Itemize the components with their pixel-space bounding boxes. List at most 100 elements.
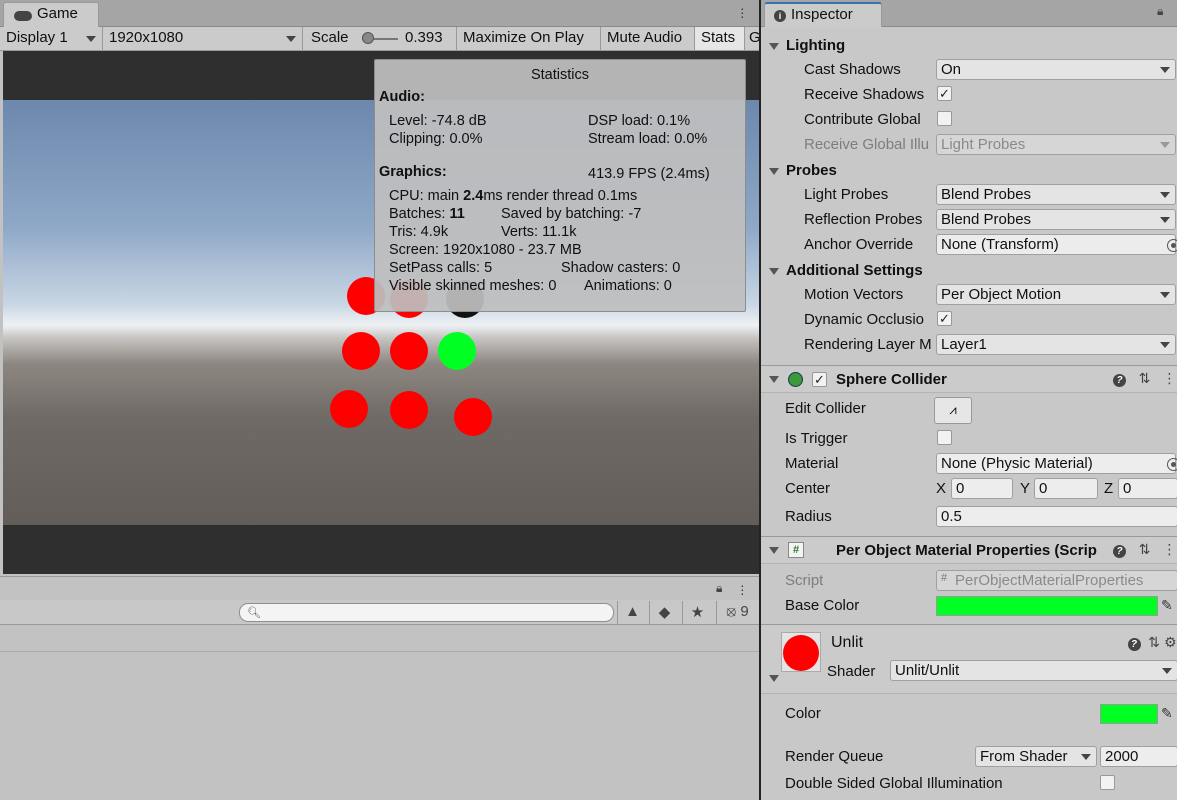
shader-label: Shader [827, 663, 876, 680]
center-y-field[interactable]: 0 [1034, 478, 1098, 499]
cast-shadows-dropdown[interactable]: On [936, 59, 1176, 80]
additional-settings-foldout[interactable]: Additional Settings [761, 259, 1177, 283]
foldout-triangle-icon[interactable] [769, 675, 779, 682]
center-x-value: 0 [956, 480, 965, 497]
gear-icon[interactable]: ⚙ [1164, 634, 1177, 651]
display-dropdown[interactable]: Display 1 [0, 27, 103, 50]
foldout-triangle-icon [769, 268, 779, 275]
color-swatch[interactable] [1100, 704, 1158, 724]
motion-vectors-dropdown[interactable]: Per Object Motion [936, 284, 1176, 305]
shadow-casters: Shadow casters: 0 [561, 260, 681, 276]
gizmos-button[interactable]: G [745, 27, 761, 50]
lock-icon[interactable]: 🔒︎ [1157, 4, 1163, 19]
scale-slider-thumb[interactable] [362, 32, 374, 44]
tab-inspector[interactable]: i Inspector [764, 2, 882, 27]
edit-collider-button[interactable]: ⩘ [934, 397, 972, 424]
shader-dropdown[interactable]: Unlit/Unlit [890, 660, 1177, 681]
search-input[interactable]: 🔍︎ [239, 603, 614, 622]
reflection-probes-value: Blend Probes [941, 211, 1032, 228]
color-row: Color ✎ [761, 702, 1177, 726]
scale-value: 0.393 [405, 29, 443, 46]
presets-sliders-icon[interactable]: ⇅ [1144, 634, 1164, 651]
tab-inspector-label: Inspector [791, 6, 853, 23]
batches-label: Batches: [389, 206, 450, 222]
material-name: Unlit [831, 634, 864, 651]
rendering-layer-row: Rendering Layer M Layer1 [761, 333, 1177, 357]
sphere-collider-enabled-checkbox[interactable]: ✓ [812, 372, 827, 387]
favorite-star-icon[interactable]: ★ [682, 601, 712, 624]
probes-foldout[interactable]: Probes [761, 159, 1177, 183]
center-x-field[interactable]: 0 [951, 478, 1013, 499]
is-trigger-checkbox[interactable] [937, 430, 952, 445]
stream-load: Stream load: 0.0% [588, 131, 708, 147]
resolution-dropdown[interactable]: 1920x1080 [103, 27, 303, 50]
center-y-value: 0 [1039, 480, 1048, 497]
hierarchy-header: 🔒︎ · · · [0, 576, 759, 600]
object-picker-icon[interactable] [1167, 458, 1177, 471]
presets-sliders-icon[interactable]: ⇅ [1132, 541, 1157, 558]
rendering-layer-dropdown[interactable]: Layer1 [936, 334, 1176, 355]
presets-sliders-icon[interactable]: ⇅ [1132, 370, 1157, 387]
help-icon[interactable]: ? [1124, 634, 1144, 651]
per-object-material-header[interactable]: # Per Object Material Properties (Scrip … [761, 536, 1177, 564]
maximize-on-play-button[interactable]: Maximize On Play [457, 27, 601, 50]
verts: Verts: 11.1k [501, 224, 577, 240]
hierarchy-menu-kebab-icon[interactable]: · · · [740, 578, 745, 600]
batches-value: 11 [449, 206, 465, 222]
base-color-row: Base Color ✎ [761, 594, 1177, 618]
label-tag-icon[interactable]: ◆ [649, 601, 679, 624]
screen-stats: Screen: 1920x1080 - 23.7 MB [389, 242, 582, 258]
tris: Tris: 4.9k [389, 224, 449, 240]
physic-material-field[interactable]: None (Physic Material) [936, 453, 1176, 474]
render-queue-dropdown[interactable]: From Shader [975, 746, 1097, 767]
light-probes-dropdown[interactable]: Blend Probes [936, 184, 1176, 205]
stats-label: Stats [701, 29, 736, 46]
center-z-field[interactable]: 0 [1118, 478, 1177, 499]
help-icon[interactable]: ? [1107, 370, 1132, 387]
render-queue-field[interactable]: 2000 [1100, 746, 1177, 767]
contribute-gi-row: Contribute Global [761, 108, 1177, 132]
search-icon: 🔍︎ [247, 607, 261, 619]
cpu-prefix: CPU: main [389, 188, 464, 204]
game-tab-bar: Game · · · [0, 0, 759, 27]
batches: Batches: 11 [389, 206, 465, 222]
receive-shadows-checkbox[interactable]: ✓ [937, 86, 952, 101]
contribute-gi-checkbox[interactable] [937, 111, 952, 126]
object-picker-icon[interactable] [1167, 239, 1177, 252]
component-menu-kebab-icon[interactable]: ⋮ [1157, 370, 1177, 387]
anchor-override-row: Anchor Override None (Transform) [761, 233, 1177, 257]
mute-audio-button[interactable]: Mute Audio [601, 27, 695, 50]
fps: 413.9 FPS (2.4ms) [588, 166, 710, 182]
anchor-override-field[interactable]: None (Transform) [936, 234, 1176, 255]
component-menu-kebab-icon[interactable]: ⋮ [1157, 541, 1177, 558]
dynamic-occlusion-row: Dynamic Occlusio ✓ [761, 308, 1177, 332]
base-color-swatch[interactable] [936, 596, 1158, 616]
hidden-count: 9 [740, 603, 749, 620]
lighting-foldout[interactable]: Lighting [761, 34, 1177, 58]
stats-button[interactable]: Stats [695, 27, 745, 50]
cast-shadows-value: On [941, 61, 962, 78]
light-probes-row: Light Probes Blend Probes [761, 183, 1177, 207]
game-menu-kebab-icon[interactable]: · · · [740, 1, 745, 23]
sphere-green [438, 332, 476, 370]
script-hash-icon: # [788, 542, 804, 558]
tab-game[interactable]: Game [3, 2, 99, 27]
reflection-probes-dropdown[interactable]: Blend Probes [936, 209, 1176, 230]
reflection-probes-label: Reflection Probes [804, 211, 923, 228]
hierarchy-row[interactable] [0, 626, 759, 652]
help-icon[interactable]: ? [1107, 541, 1132, 558]
filter-by-type-icon[interactable]: ▲ [617, 601, 647, 624]
is-trigger-label: Is Trigger [785, 430, 848, 447]
foldout-triangle-icon [769, 547, 779, 554]
sphere-collider-header[interactable]: ✓ Sphere Collider ? ⇅ ⋮ [761, 365, 1177, 393]
hidden-visibility-toggle[interactable]: ⦻ 9 [716, 601, 758, 624]
eyedropper-icon[interactable]: ✎ [1161, 705, 1173, 722]
double-sided-gi-checkbox[interactable] [1100, 775, 1115, 790]
eyedropper-icon[interactable]: ✎ [1161, 597, 1173, 614]
shader-value: Unlit/Unlit [895, 662, 960, 679]
radius-field[interactable]: 0.5 [936, 506, 1177, 527]
light-probes-value: Blend Probes [941, 186, 1032, 203]
chevron-down-icon [286, 36, 296, 42]
dynamic-occlusion-checkbox[interactable]: ✓ [937, 311, 952, 326]
lock-icon[interactable]: 🔒︎ [716, 581, 722, 596]
